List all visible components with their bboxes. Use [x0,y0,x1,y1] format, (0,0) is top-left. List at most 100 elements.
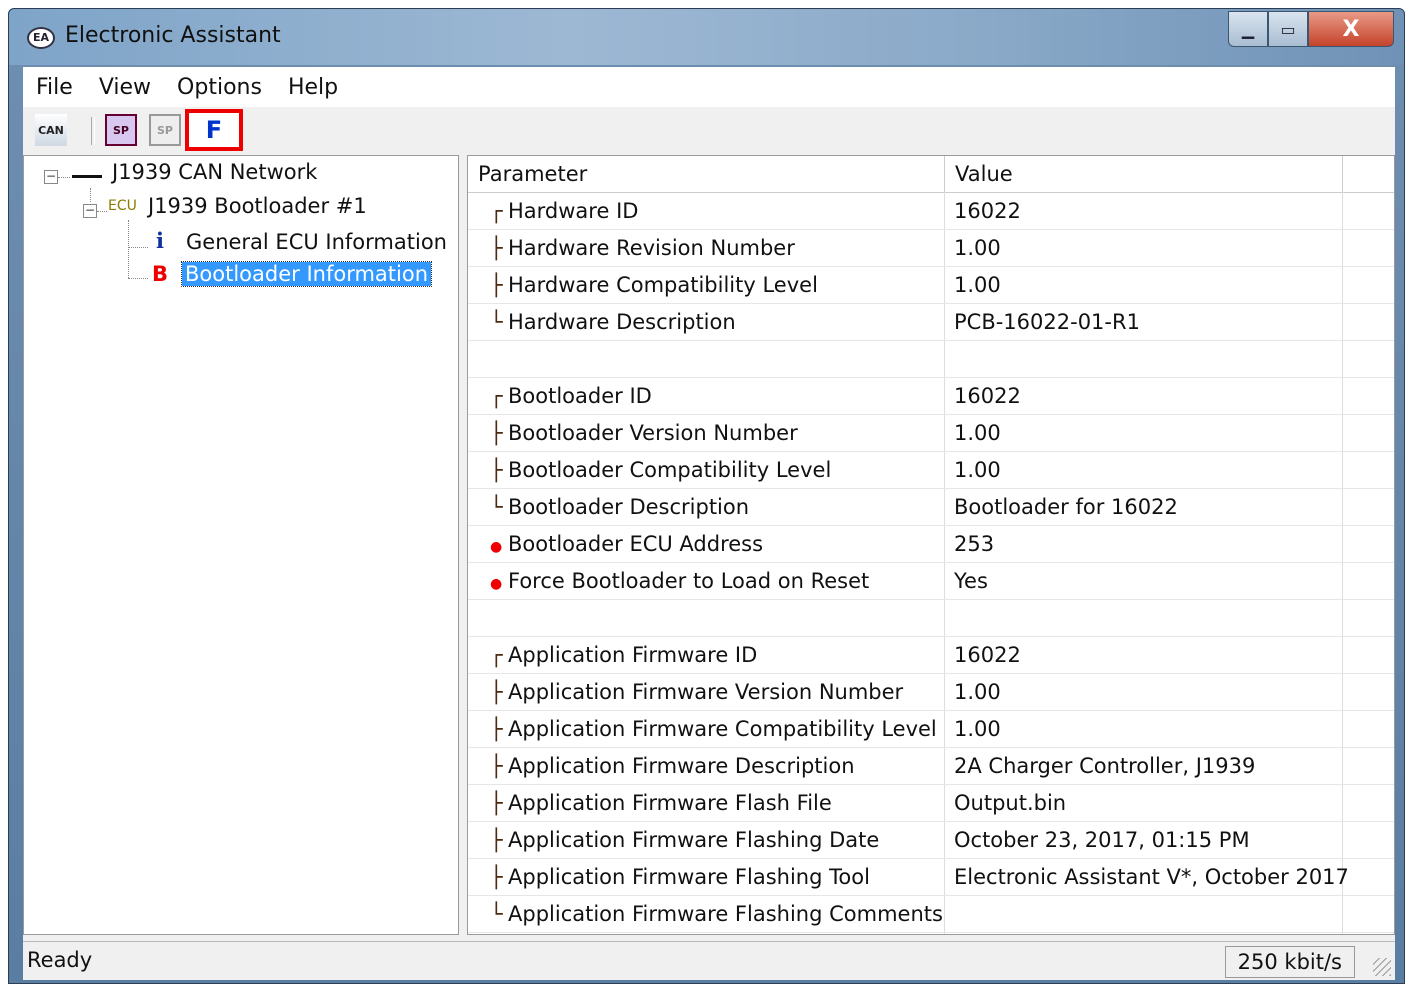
status-bitrate: 250 kbit/s [1224,946,1355,978]
column-header-value[interactable]: Value [945,156,1343,192]
parameter-name: Application Firmware Flash File [508,791,832,815]
parameter-name: Hardware Description [508,310,736,334]
row-marker-icon: ├ [490,791,503,815]
title-bar[interactable]: EA Electronic Assistant ▁ ▭ X [9,9,1404,65]
parameter-cell: ├ Application Firmware Version Number [490,674,903,711]
client-area: File View Options Help CAN SP SP F − J19… [23,67,1395,980]
table-row[interactable]: ├ Hardware Revision Number 1.00 [468,230,1394,267]
table-row[interactable]: ┌ Application Firmware ID 16022 [468,637,1394,674]
maximize-button[interactable]: ▭ [1268,11,1308,47]
tree-item-bootloader-info[interactable]: Bootloader Information [180,261,433,287]
row-marker-icon: ┌ [490,384,503,408]
value-cell: 253 [954,532,995,556]
tree-connector [128,278,148,279]
bootloader-icon: B [152,262,169,286]
row-marker-icon: ├ [490,236,503,260]
tree-connector [58,177,70,178]
parameter-name: Bootloader Description [508,495,750,519]
value-cell: Bootloader for 16022 [954,495,1178,519]
parameter-name: Hardware Revision Number [508,236,795,260]
table-row[interactable]: └ Hardware Description PCB-16022-01-R1 [468,304,1394,341]
table-row[interactable]: └ Application Firmware Flashing Comments [468,896,1394,933]
value-cell: Yes [954,569,988,593]
value-cell: 16022 [954,199,1021,223]
parameter-name: Application Firmware Flashing Date [508,828,880,852]
table-row[interactable]: ├ Bootloader Version Number 1.00 [468,415,1394,452]
parameter-name: Hardware Compatibility Level [508,273,818,297]
table-row[interactable]: ├ Application Firmware Flash File Output.b… [468,785,1394,822]
parameter-cell: ├ Application Firmware Description [490,748,855,785]
parameter-name: Bootloader ID [508,384,652,408]
table-row[interactable]: ┌ Bootloader ID 16022 [468,378,1394,415]
table-row[interactable] [468,600,1394,637]
parameter-table: Parameter Value ┌ Hardware ID 16022 ├ Hardwa… [467,155,1395,935]
row-marker-icon: ├ [490,828,503,852]
row-marker-icon: ├ [490,865,503,889]
row-marker-icon: ● [490,576,503,592]
resize-grip-icon[interactable] [1373,958,1391,976]
value-cell: 1.00 [954,421,1001,445]
parameter-cell: ┌ Bootloader ID [490,378,652,415]
row-marker-icon: └ [490,310,503,334]
parameter-cell: ├ Application Firmware Flash File [490,785,832,822]
column-header-parameter[interactable]: Parameter [468,156,945,192]
table-row[interactable]: ├ Application Firmware Flashing Tool Elect… [468,859,1394,896]
row-marker-icon: ● [490,539,503,555]
parameter-cell: ├ Application Firmware Compatibility Leve… [490,711,937,748]
table-header: Parameter Value [468,156,1394,193]
parameter-name: Application Firmware Flashing Tool [508,865,870,889]
tree-item-general-info[interactable]: General ECU Information [186,230,447,254]
tree-connector [97,211,107,212]
menu-file[interactable]: File [23,75,86,100]
value-cell: October 23, 2017, 01:15 PM [954,828,1250,852]
value-cell: 1.00 [954,236,1001,260]
parameter-cell [490,600,508,637]
ecu-icon: ECU [108,198,137,214]
parameter-name: Application Firmware Description [508,754,855,778]
value-cell: 2A Charger Controller, J1939 [954,754,1256,778]
table-row[interactable]: ├ Application Firmware Description 2A Char… [468,748,1394,785]
parameter-cell: ● Force Bootloader to Load on Reset [490,563,869,600]
collapse-network-icon[interactable]: − [44,170,58,184]
menu-help[interactable]: Help [275,75,351,100]
table-row[interactable] [468,341,1394,378]
parameter-name: Bootloader Compatibility Level [508,458,832,482]
collapse-ecu-icon[interactable]: − [83,204,97,218]
tree-item-network[interactable]: J1939 CAN Network [112,160,317,184]
menu-bar: File View Options Help [23,67,1395,107]
menu-view[interactable]: View [86,75,164,100]
parameter-name: Application Firmware ID [508,643,758,667]
tree-connector [90,188,91,202]
table-row[interactable]: ● Force Bootloader to Load on Reset Yes [468,563,1394,600]
table-row[interactable]: ┌ Hardware ID 16022 [468,193,1394,230]
table-row[interactable]: ├ Hardware Compatibility Level 1.00 [468,267,1394,304]
row-marker-icon: ┌ [490,643,503,667]
sp-disabled-button[interactable]: SP [149,114,181,146]
window-title: Electronic Assistant [65,23,281,48]
status-text: Ready [27,948,93,972]
can-connect-button[interactable]: CAN [35,114,67,146]
network-icon [72,175,102,178]
sp-button[interactable]: SP [105,114,137,146]
toolbar-separator [91,117,95,145]
table-row[interactable]: ├ Bootloader Compatibility Level 1.00 [468,452,1394,489]
close-button[interactable]: X [1308,11,1394,47]
table-row[interactable]: ├ Application Firmware Version Number 1.00 [468,674,1394,711]
tree-connector [128,247,148,248]
window-controls: ▁ ▭ X [1228,11,1394,49]
menu-options[interactable]: Options [164,75,275,100]
table-row[interactable]: ├ Application Firmware Compatibility Leve… [468,711,1394,748]
minimize-button[interactable]: ▁ [1228,11,1268,47]
parameter-cell: ├ Bootloader Version Number [490,415,798,452]
parameter-cell: ● Bootloader ECU Address [490,526,763,563]
table-row[interactable]: └ Bootloader Description Bootloader for 16… [468,489,1394,526]
row-marker-icon: ├ [490,680,503,704]
parameter-cell: ├ Application Firmware Flashing Tool [490,859,870,896]
parameter-name: Force Bootloader to Load on Reset [508,569,870,593]
parameter-cell: └ Hardware Description [490,304,736,341]
table-row[interactable]: ├ Application Firmware Flashing Date Octob… [468,822,1394,859]
flash-button[interactable]: F [185,109,243,151]
table-row[interactable]: ● Bootloader ECU Address 253 [468,526,1394,563]
tree-item-ecu[interactable]: J1939 Bootloader #1 [148,194,367,218]
status-bar: Ready 250 kbit/s [23,941,1395,980]
